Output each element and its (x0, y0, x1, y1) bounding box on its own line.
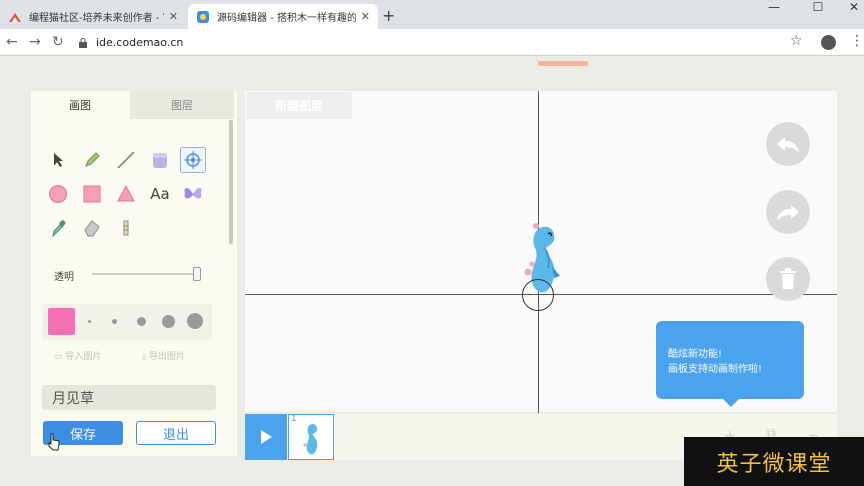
import-label: 导入图片 (65, 352, 102, 362)
opacity-slider[interactable] (92, 273, 198, 275)
new-feature-tooltip: 酷炫新功能! 画板支持动画制作啦! (656, 321, 804, 399)
fill-icon[interactable] (147, 147, 173, 173)
brush-size-1[interactable] (88, 320, 91, 323)
maximize-button[interactable]: ☐ (800, 0, 836, 14)
redo-button[interactable] (766, 190, 810, 234)
panel-scrollbar[interactable] (229, 120, 233, 244)
fill-color-swatch[interactable] (48, 308, 75, 335)
brush-size-5[interactable] (187, 313, 203, 329)
play-button[interactable] (245, 414, 287, 460)
redo-icon (777, 205, 799, 221)
opacity-slider-thumb[interactable] (193, 267, 201, 281)
text-icon[interactable]: Aa (147, 181, 173, 207)
new-layer-button[interactable]: 新建图层 (246, 92, 352, 119)
footer-area (0, 462, 684, 486)
select-icon[interactable] (45, 147, 71, 173)
new-tab-button[interactable]: + (382, 6, 395, 25)
export-image-button[interactable]: ⤓ 导出图片 (142, 349, 185, 362)
editor-favicon-icon (196, 10, 210, 24)
browser-tab-editor[interactable]: 源码编辑器 - 搭积木一样有趣的 ✕ (188, 4, 378, 29)
forward-icon[interactable]: → (29, 34, 41, 50)
costume-name-field[interactable]: 月见草 (42, 385, 216, 410)
tab-layers[interactable]: 图层 (130, 91, 234, 119)
tooltip-line-1: 酷炫新功能! (668, 349, 723, 360)
frame-number: 1 (291, 414, 297, 424)
trash-icon (780, 268, 796, 289)
frame-thumbnail (303, 424, 318, 455)
rotation-center-marker[interactable] (522, 279, 554, 311)
browser-tab-community[interactable]: 编程猫社区-培养未来创作者 - 富 ✕ (0, 4, 186, 29)
brush-size-2[interactable] (112, 319, 117, 324)
address-bar: ← → ↻ ide.codemao.cn ☆ ⋮ (0, 29, 864, 56)
browser-tab-title: 编程猫社区-培养未来创作者 - 富 (29, 13, 164, 24)
close-tab-icon[interactable]: ✕ (361, 10, 370, 23)
eraser-icon[interactable] (79, 215, 105, 241)
tooltip-line-2: 画板支持动画制作啦! (668, 364, 763, 375)
tab-draw[interactable]: 画图 (31, 91, 129, 119)
triangle-icon[interactable] (113, 181, 139, 207)
image-icon: ▭ (54, 352, 66, 362)
reshape-icon[interactable] (180, 147, 206, 173)
export-label: 导出图片 (148, 352, 185, 362)
header-accent (538, 61, 588, 66)
play-icon (261, 430, 272, 444)
lock-icon (79, 37, 87, 48)
codemao-favicon-icon (8, 10, 22, 24)
bookmark-star-icon[interactable]: ☆ (790, 33, 803, 49)
window-close-button[interactable]: ✕ (836, 0, 864, 14)
close-tab-icon[interactable]: ✕ (169, 10, 178, 23)
exit-button[interactable]: 退出 (136, 421, 216, 445)
rectangle-icon[interactable] (79, 181, 105, 207)
import-image-button[interactable]: ▭ 导入图片 (54, 349, 101, 362)
ellipse-icon[interactable] (45, 181, 71, 207)
undo-button[interactable] (766, 122, 810, 166)
pencil-icon[interactable] (79, 147, 105, 173)
tooltip-arrow (722, 398, 740, 407)
back-icon[interactable]: ← (6, 34, 18, 50)
export-icon: ⤓ (142, 352, 149, 362)
delete-button[interactable] (766, 257, 810, 301)
profile-avatar-icon[interactable] (821, 35, 836, 50)
opacity-label: 透明 (54, 272, 74, 283)
undo-icon (777, 137, 799, 153)
brush-size-3[interactable] (137, 317, 146, 326)
browser-tab-title: 源码编辑器 - 搭积木一样有趣的 (217, 13, 356, 24)
browser-menu-icon[interactable]: ⋮ (850, 33, 864, 49)
watermark-banner: 英子微课堂 (684, 437, 864, 486)
url-field[interactable]: ide.codemao.cn (78, 33, 183, 52)
url-text: ide.codemao.cn (96, 36, 184, 49)
minimize-button[interactable]: — (756, 0, 792, 14)
butterfly-icon[interactable] (180, 181, 206, 207)
hand-cursor-icon (48, 433, 60, 451)
line-icon[interactable] (113, 147, 139, 173)
crop-icon[interactable] (113, 215, 139, 241)
browser-tab-bar: 编程猫社区-培养未来创作者 - 富 ✕ 源码编辑器 - 搭积木一样有趣的 ✕ +… (0, 0, 864, 29)
reload-icon[interactable]: ↻ (52, 34, 64, 50)
eyedropper-icon[interactable] (45, 215, 71, 241)
brush-size-4[interactable] (162, 315, 175, 328)
